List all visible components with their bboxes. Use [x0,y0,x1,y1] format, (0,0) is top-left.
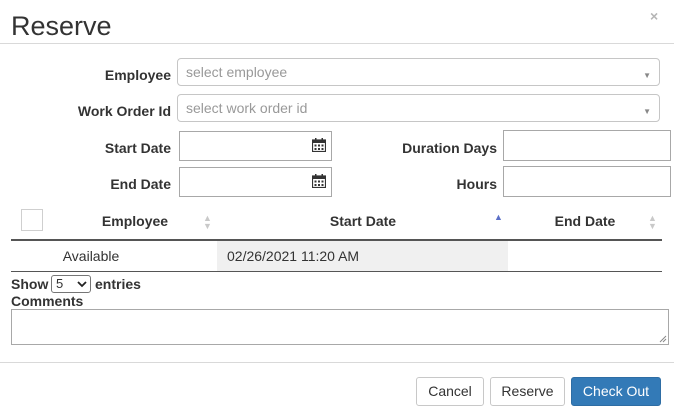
employee-select[interactable]: select employee ▼ [177,58,660,86]
entries-label: entries [95,276,141,292]
show-label: Show [11,276,49,292]
comments-textarea[interactable] [11,309,669,345]
sort-both-icon: ▲ ▼ [648,213,657,231]
check-out-button[interactable]: Check Out [571,377,661,406]
page-size-select[interactable]: 5 [51,275,91,293]
cell-employee: Available [62,248,120,264]
length-control: Show [11,274,48,294]
end-date-input[interactable] [179,167,332,197]
comments-label: Comments [11,293,84,309]
hours-input[interactable] [503,166,671,197]
resize-handle-icon[interactable] [659,335,667,343]
column-header-end-date[interactable]: End Date [520,211,650,231]
duration-days-input[interactable] [503,130,671,161]
column-header-employee[interactable]: Employee [60,211,210,231]
sort-both-icon: ▲ ▼ [203,213,212,231]
page-size-value: 5 [56,276,64,291]
header-divider [0,43,674,44]
start-date-label: Start Date [104,140,171,156]
duration-days-label: Duration Days [402,140,497,156]
close-icon[interactable]: × [650,6,658,26]
cell-start-date: 02/26/2021 11:20 AM [217,241,508,272]
employee-placeholder: select employee [186,64,288,80]
work-order-select[interactable]: select work order id ▼ [177,94,660,122]
dialog-title: Reserve [11,11,112,41]
work-order-placeholder: select work order id [186,100,308,116]
sort-ascending-icon: ▲ [494,212,503,222]
end-date-label: End Date [110,176,171,192]
start-date-input[interactable] [179,131,332,161]
column-header-start-date[interactable]: Start Date [260,211,466,231]
footer-divider [0,362,674,363]
reserve-button[interactable]: Reserve [490,377,565,406]
employee-label: Employee [104,67,171,83]
chevron-down-icon: ▼ [643,71,651,80]
chevron-down-icon: ▼ [643,107,651,116]
calendar-icon[interactable] [312,138,326,152]
select-all-checkbox[interactable] [21,209,43,231]
work-order-label: Work Order Id [77,103,171,119]
calendar-icon[interactable] [312,174,326,188]
table-row[interactable]: Available 02/26/2021 11:20 AM [11,241,662,272]
chevron-down-icon [77,281,87,288]
table-bottom-border [11,271,662,272]
hours-label: Hours [456,176,497,192]
cancel-button[interactable]: Cancel [416,377,484,406]
